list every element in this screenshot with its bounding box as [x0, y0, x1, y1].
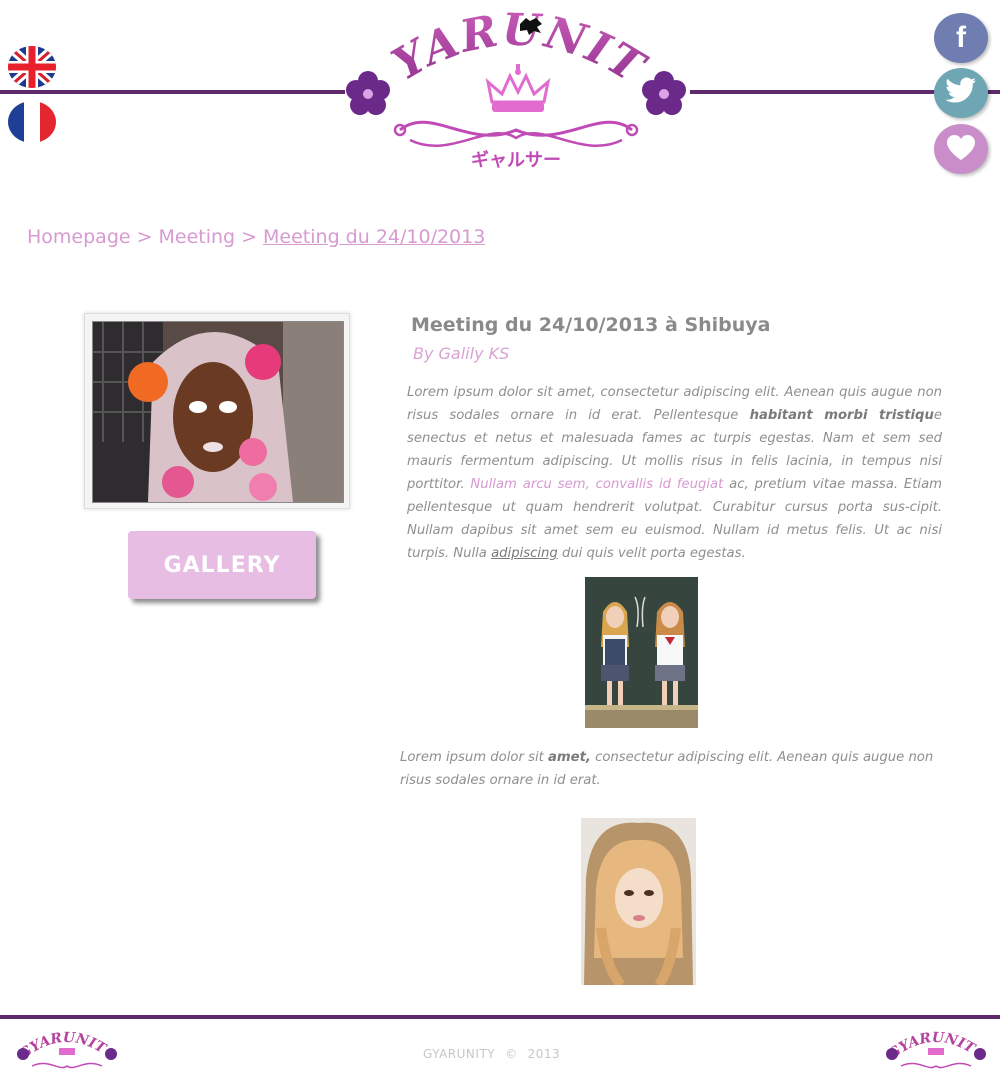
meeting-photo-frame[interactable] — [84, 313, 350, 509]
breadcrumb-separator: > — [136, 226, 153, 248]
article-image-fur-hood[interactable] — [581, 818, 696, 985]
footer-logo-text: GYARUNITY — [878, 1016, 979, 1063]
twitter-button[interactable] — [934, 68, 988, 118]
svg-text:GYARUNITY: GYARUNITY — [883, 1028, 979, 1063]
underlined-text: adipiscing — [491, 546, 558, 561]
article-inline-link[interactable]: Nullam arcu sem, convallis id feugiat — [470, 477, 723, 492]
article-title: Meeting du 24/10/2013 à Shibuya — [411, 314, 771, 336]
bold-text: habitant morbi tristiqu — [749, 408, 934, 423]
gallery-button[interactable]: GALLERY — [128, 531, 316, 599]
header-divider-left — [0, 90, 345, 94]
meeting-photo[interactable] — [92, 321, 344, 503]
article-paragraph-2: Lorem ipsum dolor sit amet, consectetur … — [400, 746, 945, 792]
bold-text: amet, — [547, 750, 591, 765]
breadcrumb: Homepage > Meeting > Meeting du 24/10/2013 — [27, 226, 485, 248]
footer-logo-text: GYARUNITY — [9, 1016, 110, 1063]
logo-text: GYARUNITY — [320, 0, 653, 95]
article-image-schoolgirls[interactable] — [585, 577, 698, 728]
logo-subtitle: ギャルサー — [471, 150, 561, 171]
site-logo[interactable]: GYARUNITY ギャルサー — [320, 0, 692, 180]
favorite-button[interactable] — [934, 124, 988, 174]
breadcrumb-meeting-link[interactable]: Meeting — [159, 226, 236, 248]
breadcrumb-current-link[interactable]: Meeting du 24/10/2013 — [263, 226, 485, 248]
heart-icon — [946, 134, 976, 165]
english-flag-icon[interactable] — [8, 46, 56, 88]
svg-text:GYARUNITY: GYARUNITY — [340, 10, 655, 95]
footer-logo-left[interactable]: GYARUNITY — [9, 1016, 120, 1078]
article-paragraph-1: Lorem ipsum dolor sit amet, consectetur … — [407, 381, 942, 565]
facebook-button[interactable]: f — [934, 13, 988, 63]
breadcrumb-separator: > — [241, 226, 258, 248]
footer-copyright: GYARUNITY © 2013 — [423, 1047, 560, 1061]
footer-divider — [0, 1015, 1000, 1019]
footer-brand: GYARUNITY — [423, 1047, 496, 1061]
facebook-icon: f — [956, 21, 966, 54]
copyright-icon: © — [505, 1047, 518, 1061]
footer-logo-right[interactable]: GYARUNITY — [878, 1016, 989, 1078]
twitter-icon — [945, 77, 977, 109]
breadcrumb-home-link[interactable]: Homepage — [27, 226, 131, 248]
paragraph-text: Lorem ipsum dolor sit — [400, 750, 548, 765]
paragraph-text: dui quis velit porta egestas. — [557, 546, 746, 561]
svg-text:GYARUNITY: GYARUNITY — [14, 1028, 110, 1063]
french-flag-icon[interactable] — [8, 101, 56, 143]
article-author: By Galily KS — [413, 344, 510, 363]
footer-year: 2013 — [527, 1047, 561, 1061]
